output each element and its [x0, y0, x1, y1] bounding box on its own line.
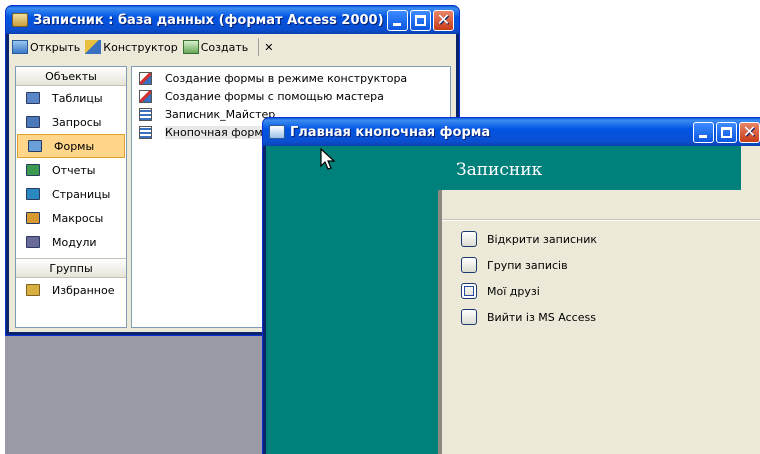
constructor-label: Конструктор — [103, 40, 178, 54]
sidebar-item-report[interactable]: Отчеты — [16, 158, 126, 182]
list-item-label: Кнопочная форма — [165, 125, 270, 139]
open-icon — [12, 40, 28, 54]
switchboard-option[interactable]: Групи записів — [461, 257, 568, 273]
switchboard-option[interactable]: Відкрити записник — [461, 231, 597, 247]
sidebar-item-module[interactable]: Модули — [16, 230, 126, 254]
objects-header[interactable]: Объекты — [16, 67, 126, 86]
sidebar-item-label: Модули — [52, 235, 97, 249]
close-button[interactable]: ✕ — [739, 121, 760, 143]
switchboard-option[interactable]: Мої друзі — [461, 283, 540, 299]
maximize-button[interactable] — [410, 9, 431, 31]
database-window-title: Записник : база данных (формат Access 20… — [33, 12, 384, 28]
sidebar-item-page[interactable]: Страницы — [16, 182, 126, 206]
database-icon — [12, 13, 28, 27]
open-label: Открыть — [30, 40, 81, 54]
constructor-button[interactable]: Конструктор — [85, 40, 178, 54]
switchboard-button[interactable] — [461, 309, 477, 325]
sidebar-item-label: Запросы — [52, 115, 102, 129]
switchboard-option-label: Мої друзі — [487, 284, 540, 298]
sidebar-item-query[interactable]: Запросы — [16, 110, 126, 134]
maximize-icon — [721, 126, 732, 138]
switchboard-option-label: Групи записів — [487, 258, 568, 272]
switchboard-option[interactable]: Вийти із MS Access — [461, 309, 596, 325]
sidebar-item-form[interactable]: Формы — [17, 134, 125, 158]
database-toolbar: Открыть Конструктор Создать ✕ — [9, 34, 456, 60]
list-item-label: Создание формы в режиме конструктора — [165, 71, 408, 85]
switchboard-titlebar[interactable]: Главная кнопочная форма ✕ — [263, 118, 760, 146]
report-icon — [26, 164, 40, 176]
sidebar-item-label: Отчеты — [52, 163, 96, 177]
close-icon: ✕ — [742, 121, 757, 141]
form-icon — [139, 107, 152, 121]
mouse-cursor-icon — [320, 148, 336, 170]
switchboard-button[interactable] — [461, 231, 477, 247]
table-icon — [26, 92, 40, 104]
close-button[interactable]: ✕ — [433, 9, 454, 31]
list-item[interactable]: Создание формы в режиме конструктора — [132, 69, 450, 87]
switchboard-heading: Записник — [456, 160, 543, 180]
list-item[interactable]: Создание формы с помощью мастера — [132, 87, 450, 105]
switchboard-option-label: Відкрити записник — [487, 232, 597, 246]
list-item-label: Создание формы с помощью мастера — [165, 89, 384, 103]
create-label: Создать — [200, 40, 249, 54]
switchboard-band-shadow — [438, 190, 442, 454]
minimize-button[interactable] — [387, 9, 408, 31]
sidebar-item-label: Страницы — [52, 187, 111, 201]
sidebar-item-label: Макросы — [52, 211, 104, 225]
sidebar-item-macro[interactable]: Макросы — [16, 206, 126, 230]
switchboard-side-band — [266, 146, 438, 454]
delete-button[interactable]: ✕ — [264, 41, 273, 54]
minimize-button[interactable] — [693, 121, 714, 143]
new-object-icon — [182, 40, 199, 54]
design-ruler-icon — [85, 40, 102, 54]
switchboard-button[interactable] — [461, 257, 477, 273]
form-icon — [269, 125, 285, 139]
maximize-button[interactable] — [716, 121, 737, 143]
switchboard-body: Записник Відкрити записник Групи записів М… — [266, 146, 760, 454]
maximize-icon — [415, 14, 426, 26]
switchboard-option-label: Вийти із MS Access — [487, 310, 596, 324]
create-button[interactable]: Создать — [182, 40, 249, 54]
wizard-icon — [139, 71, 152, 85]
groups-header[interactable]: Группы — [16, 259, 126, 278]
module-icon — [26, 236, 40, 248]
page-icon — [26, 188, 40, 200]
sidebar-item-label: Таблицы — [52, 91, 103, 105]
toolbar-separator — [258, 38, 260, 56]
sidebar-item-label: Формы — [54, 139, 95, 153]
sidebar-item-label: Избранное — [52, 283, 115, 297]
open-button[interactable]: Открыть — [12, 40, 80, 54]
database-window-titlebar[interactable]: Записник : база данных (формат Access 20… — [6, 6, 459, 34]
form-icon — [28, 140, 42, 152]
objects-panel: Объекты Таблицы Запросы Формы Отчеты Страниц… — [15, 66, 127, 328]
switchboard-button[interactable] — [461, 283, 477, 299]
favorites-folder-icon — [26, 284, 40, 296]
query-icon — [26, 116, 40, 128]
switchboard-window-title: Главная кнопочная форма — [290, 124, 491, 140]
minimize-icon — [393, 22, 401, 26]
switchboard-divider — [442, 219, 760, 221]
wizard-icon — [139, 89, 152, 103]
form-icon — [139, 125, 152, 139]
macro-icon — [26, 212, 40, 224]
minimize-icon — [699, 134, 707, 138]
desktop-background — [5, 334, 265, 454]
list-item-label: Записник_Майстер — [165, 107, 276, 121]
close-icon: ✕ — [436, 9, 451, 29]
sidebar-item-favorites[interactable]: Избранное — [16, 278, 126, 302]
sidebar-item-table[interactable]: Таблицы — [16, 86, 126, 110]
